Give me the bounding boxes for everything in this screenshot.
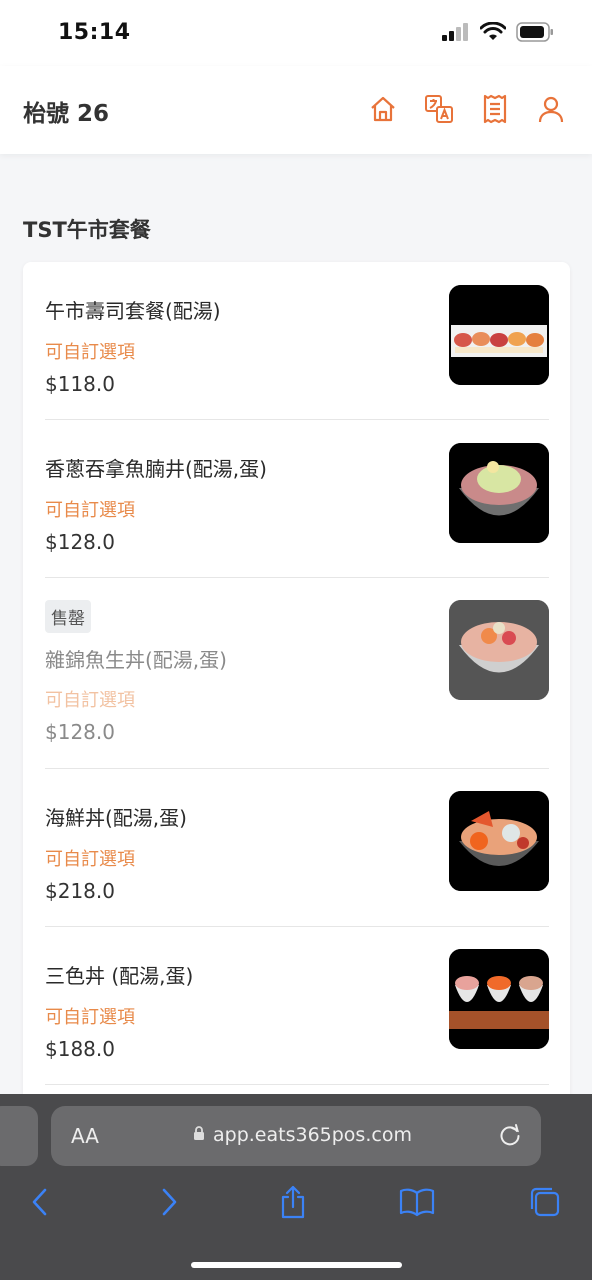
- url-text: app.eats365pos.com: [213, 1124, 412, 1146]
- item-price: $118.0: [45, 372, 115, 396]
- cellular-signal-icon: [442, 23, 470, 45]
- item-image: [449, 791, 549, 891]
- home-icon[interactable]: [366, 92, 400, 126]
- item-option-label: 可自訂選項: [45, 690, 135, 711]
- sold-out-badge: 售罄: [45, 600, 91, 633]
- previous-tab-preview[interactable]: [0, 1106, 38, 1166]
- item-name: 三色丼 (配湯,蛋): [45, 964, 194, 988]
- user-icon[interactable]: [534, 92, 568, 126]
- table-number-label: 枱號 26: [23, 101, 110, 127]
- reload-icon[interactable]: [497, 1122, 523, 1152]
- receipt-icon[interactable]: [478, 92, 512, 126]
- bookmarks-icon[interactable]: [399, 1184, 435, 1220]
- url-display[interactable]: app.eats365pos.com: [193, 1124, 412, 1146]
- battery-icon: [516, 22, 554, 46]
- item-name: 雜錦魚生丼(配湯,蛋): [45, 648, 227, 672]
- item-image: [449, 285, 549, 385]
- item-price: $188.0: [45, 1037, 115, 1061]
- item-image: [449, 949, 549, 1049]
- item-name: 香蔥吞拿魚腩井(配湯,蛋): [45, 457, 267, 481]
- status-bar: 15:14: [0, 0, 592, 66]
- item-option-label: 可自訂選項: [45, 1007, 135, 1028]
- translate-icon[interactable]: [422, 92, 456, 126]
- status-time: 15:14: [58, 20, 131, 45]
- item-option-label: 可自訂選項: [45, 342, 135, 363]
- item-price: $218.0: [45, 879, 115, 903]
- tabs-icon[interactable]: [527, 1184, 563, 1220]
- home-indicator: [191, 1262, 402, 1268]
- menu-item[interactable]: 售罄 雜錦魚生丼(配湯,蛋) 可自訂選項 $128.0: [45, 578, 549, 769]
- wifi-icon: [479, 21, 507, 46]
- menu-item[interactable]: 海鮮丼(配湯,蛋) 可自訂選項 $218.0: [45, 769, 549, 927]
- lock-icon: [193, 1124, 205, 1146]
- item-option-label: 可自訂選項: [45, 500, 135, 521]
- menu-item[interactable]: 午市壽司套餐(配湯) 可自訂選項 $118.0: [45, 262, 549, 420]
- category-title: TST午市套餐: [23, 218, 151, 242]
- menu-item[interactable]: 香蔥吞拿魚腩井(配湯,蛋) 可自訂選項 $128.0: [45, 420, 549, 578]
- share-icon[interactable]: [275, 1184, 311, 1220]
- status-icons: [442, 21, 554, 46]
- item-price: $128.0: [45, 530, 115, 554]
- item-price: $128.0: [45, 720, 115, 744]
- menu-item[interactable]: 三色丼 (配湯,蛋) 可自訂選項 $188.0: [45, 927, 549, 1085]
- browser-toolbar: AA app.eats365pos.com: [0, 1094, 592, 1280]
- item-image: [449, 443, 549, 543]
- browser-nav: [0, 1178, 592, 1228]
- forward-icon[interactable]: [151, 1184, 187, 1220]
- back-icon[interactable]: [22, 1184, 58, 1220]
- item-name: 海鮮丼(配湯,蛋): [45, 806, 187, 830]
- item-option-label: 可自訂選項: [45, 849, 135, 870]
- app-header: 枱號 26: [0, 66, 592, 154]
- item-image: [449, 600, 549, 700]
- address-bar[interactable]: AA app.eats365pos.com: [51, 1106, 541, 1166]
- menu-list: 午市壽司套餐(配湯) 可自訂選項 $118.0 香蔥吞拿魚腩井(配湯,蛋) 可自…: [23, 262, 570, 1142]
- header-actions: [366, 92, 568, 126]
- text-size-button[interactable]: AA: [71, 1124, 99, 1148]
- item-name: 午市壽司套餐(配湯): [45, 299, 221, 323]
